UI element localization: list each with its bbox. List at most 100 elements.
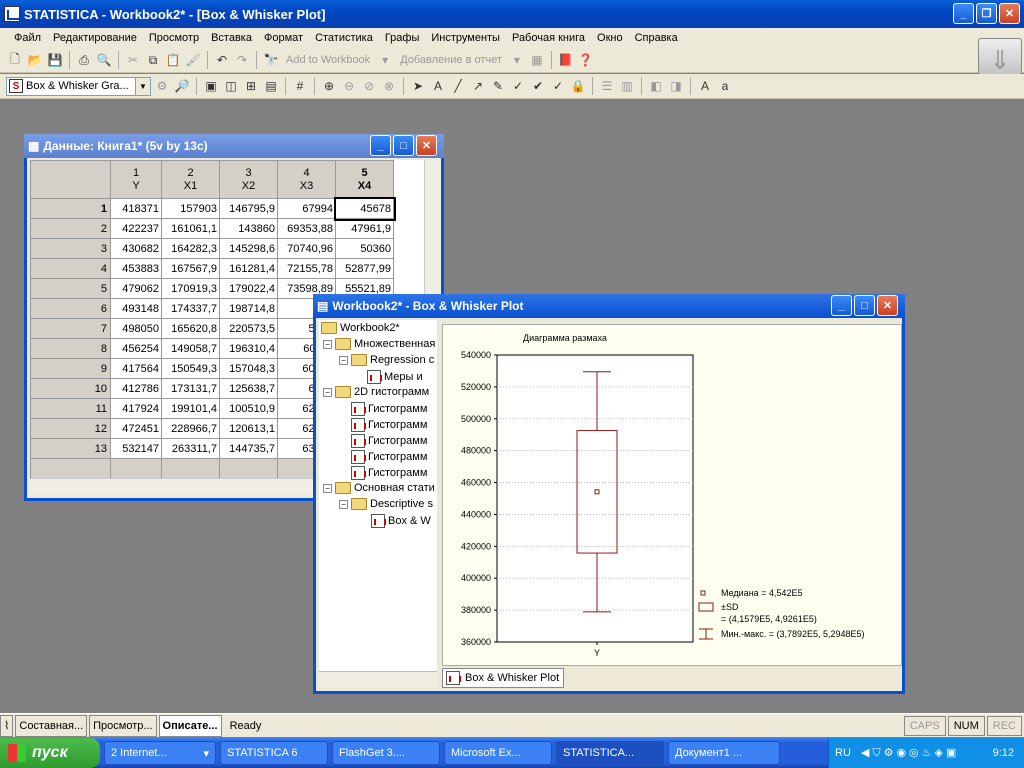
taskbar-statistica6[interactable]: STATISTICA 6 bbox=[220, 741, 328, 765]
menu-window[interactable]: Окно bbox=[591, 32, 629, 44]
table-cell[interactable]: 161281,4 bbox=[219, 258, 278, 279]
tree-node-box-whisker[interactable]: Box & W bbox=[371, 514, 431, 528]
bring-front-icon[interactable]: ◧ bbox=[647, 77, 665, 95]
table-cell[interactable]: 498050 bbox=[110, 318, 162, 339]
column-header[interactable]: 5 X4 bbox=[335, 160, 394, 199]
table-cell[interactable]: 165620,8 bbox=[161, 318, 220, 339]
row-header[interactable]: 6 bbox=[30, 298, 111, 319]
menu-edit[interactable]: Редактирование bbox=[47, 32, 143, 44]
menu-help[interactable]: Справка bbox=[629, 32, 684, 44]
table-cell[interactable]: 493148 bbox=[110, 298, 162, 319]
table-cell[interactable]: 125638,7 bbox=[219, 378, 278, 399]
table-cell[interactable]: 453883 bbox=[110, 258, 162, 279]
tree-node-descriptive[interactable]: − Descriptive s bbox=[339, 498, 433, 510]
tray-icons[interactable]: ◀⛉⚙◉◎♨◈▣ bbox=[861, 746, 959, 760]
table-cell[interactable]: 143860 bbox=[219, 218, 278, 239]
table-cell[interactable]: 145298,6 bbox=[219, 238, 278, 259]
zoom-reset-icon[interactable]: ⊗ bbox=[380, 77, 398, 95]
zoom-out-icon[interactable]: ⊖ bbox=[340, 77, 358, 95]
table-cell[interactable]: 472451 bbox=[110, 418, 162, 439]
tree-node-histogram[interactable]: Гистограмм bbox=[351, 418, 427, 432]
paste-icon[interactable]: 📋 bbox=[164, 51, 182, 69]
table-cell[interactable]: 67994 bbox=[277, 198, 336, 219]
row-header[interactable]: 9 bbox=[30, 358, 111, 379]
language-indicator[interactable]: RU bbox=[835, 747, 851, 759]
start-button[interactable]: пуск bbox=[0, 738, 100, 768]
table-cell[interactable]: 418371 bbox=[110, 198, 162, 219]
table-cell[interactable]: 417564 bbox=[110, 358, 162, 379]
table-cell[interactable]: 144735,7 bbox=[219, 438, 278, 459]
table-cell[interactable]: 50360 bbox=[335, 238, 394, 259]
font-decrease-icon[interactable]: a bbox=[716, 77, 734, 95]
format-painter-icon[interactable]: 🖌 bbox=[184, 51, 202, 69]
table-cell[interactable]: 45678 bbox=[333, 196, 396, 221]
close-button[interactable]: ✕ bbox=[877, 295, 898, 316]
tree-node-histogram[interactable]: Гистограмм bbox=[351, 434, 427, 448]
table-cell[interactable]: 70740,96 bbox=[277, 238, 336, 259]
status-tab-descriptive[interactable]: Описате... bbox=[158, 714, 222, 737]
row-header[interactable]: 3 bbox=[30, 238, 111, 259]
table-cell[interactable]: 167567,9 bbox=[161, 258, 220, 279]
open-icon[interactable]: 📂 bbox=[26, 51, 44, 69]
graph-view-icon[interactable]: ▣ bbox=[202, 77, 220, 95]
grid-icon[interactable]: # bbox=[291, 77, 309, 95]
zoom-in-icon[interactable]: ⊕ bbox=[320, 77, 338, 95]
table-cell[interactable]: 161061,1 bbox=[161, 218, 220, 239]
tree-root[interactable]: Workbook2* bbox=[321, 322, 400, 334]
tree-node-basic-stats[interactable]: − Основная стати bbox=[323, 482, 435, 494]
table-cell[interactable]: 157903 bbox=[161, 198, 220, 219]
menu-statistics[interactable]: Статистика bbox=[309, 32, 379, 44]
table-cell[interactable]: 170919,3 bbox=[161, 278, 220, 299]
table-cell[interactable]: 479062 bbox=[110, 278, 162, 299]
table-cell[interactable]: 532147 bbox=[110, 438, 162, 459]
column-header[interactable]: 4 X3 bbox=[277, 160, 336, 199]
table-cell[interactable]: 52877,99 bbox=[335, 258, 394, 279]
row-header[interactable]: 7 bbox=[30, 318, 111, 339]
close-button[interactable]: ✕ bbox=[999, 3, 1020, 24]
table-cell[interactable]: 174337,7 bbox=[161, 298, 220, 319]
maximize-button[interactable]: □ bbox=[393, 135, 414, 156]
column-header[interactable]: 1Y bbox=[110, 160, 162, 199]
menu-file[interactable]: Файл bbox=[8, 32, 47, 44]
row-header[interactable]: 1 bbox=[30, 198, 111, 219]
table-cell[interactable]: 196310,4 bbox=[219, 338, 278, 359]
menu-format[interactable]: Формат bbox=[258, 32, 309, 44]
print-preview-icon[interactable]: 🔍 bbox=[95, 51, 113, 69]
pointer-icon[interactable]: ➤ bbox=[409, 77, 427, 95]
row-header[interactable]: 2 bbox=[30, 218, 111, 239]
tree-node-histogram[interactable]: Гистограмм bbox=[351, 466, 427, 480]
column-header[interactable]: 3 X2 bbox=[219, 160, 278, 199]
line-tool-icon[interactable]: ╱ bbox=[449, 77, 467, 95]
tree-horizontal-scrollbar[interactable] bbox=[319, 671, 437, 688]
tab-box-whisker-plot[interactable]: Box & Whisker Plot bbox=[442, 668, 565, 688]
table-cell[interactable]: 146795,9 bbox=[219, 198, 278, 219]
taskbar-internet[interactable]: 2 Internet... ▾ bbox=[104, 741, 216, 765]
table-cell[interactable]: 100510,9 bbox=[219, 398, 278, 419]
minimize-button[interactable]: _ bbox=[953, 3, 974, 24]
print-icon[interactable]: ⎙ bbox=[75, 51, 93, 69]
table-cell[interactable]: 412786 bbox=[110, 378, 162, 399]
minimize-button[interactable]: _ bbox=[831, 295, 852, 316]
table-cell[interactable]: 456254 bbox=[110, 338, 162, 359]
send-back-icon[interactable]: ◨ bbox=[667, 77, 685, 95]
table-cell[interactable]: 179022,4 bbox=[219, 278, 278, 299]
add-to-ms-word-icon[interactable]: ▦ bbox=[528, 51, 546, 69]
table-cell[interactable]: 150549,3 bbox=[161, 358, 220, 379]
minimize-button[interactable]: _ bbox=[370, 135, 391, 156]
status-tab-view[interactable]: Просмотр... bbox=[89, 714, 157, 737]
check-tool-icon[interactable]: ✓ bbox=[549, 77, 567, 95]
table-cell[interactable]: 69353,88 bbox=[277, 218, 336, 239]
column-header[interactable]: 2 X1 bbox=[161, 160, 220, 199]
status-icon[interactable]: ⌇ bbox=[0, 714, 14, 737]
find-icon[interactable]: 🔭 bbox=[262, 51, 280, 69]
tree-node-histogram[interactable]: Гистограмм bbox=[351, 450, 427, 464]
cut-icon[interactable]: ✂ bbox=[124, 51, 142, 69]
font-increase-icon[interactable]: A bbox=[696, 77, 714, 95]
add-to-report-button[interactable]: Добавление в отчет bbox=[396, 54, 506, 66]
table-cell[interactable]: 422237 bbox=[110, 218, 162, 239]
add-to-workbook-button[interactable]: Add to Workbook bbox=[282, 54, 374, 66]
tree-node-2d-hist[interactable]: −2D гистограмм bbox=[323, 386, 429, 398]
row-header[interactable]: 4 bbox=[30, 258, 111, 279]
taskbar-statistica[interactable]: STATISTICA... bbox=[556, 741, 664, 765]
brush-tool-icon[interactable]: ✎ bbox=[489, 77, 507, 95]
